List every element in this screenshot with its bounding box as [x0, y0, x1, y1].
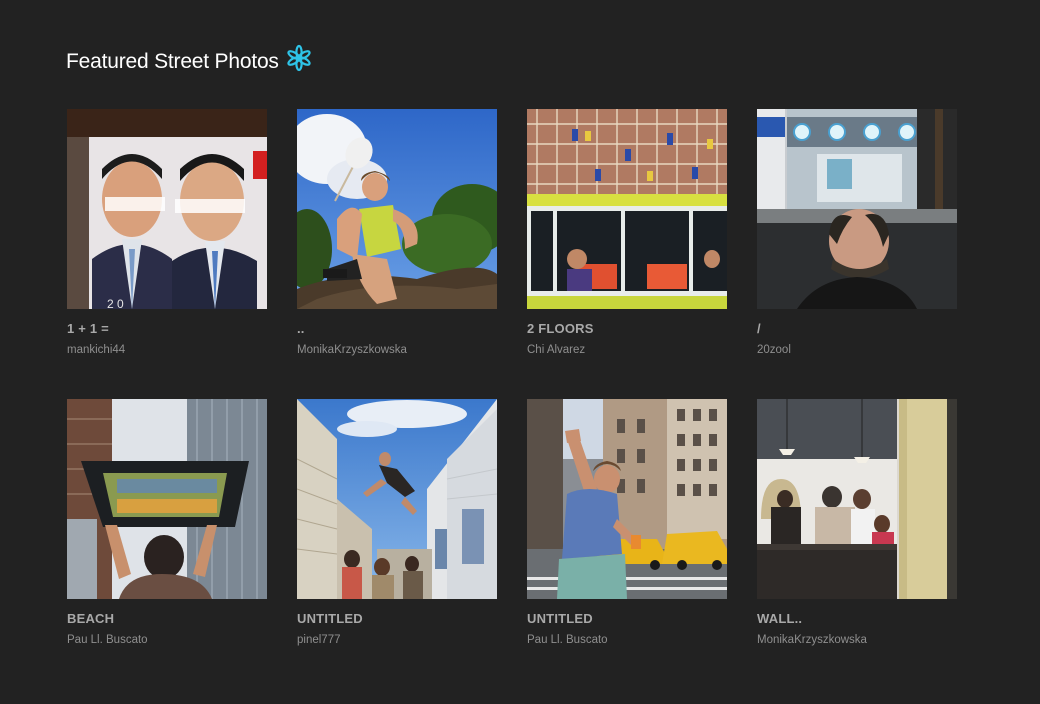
photo-author[interactable]: 20zool [757, 343, 957, 357]
photo-card[interactable]: BEACH Pau Ll. Buscato [67, 399, 267, 689]
photo-author[interactable]: MonikaKrzyszkowska [297, 343, 497, 357]
cafe-interior-photo[interactable] [757, 399, 957, 599]
page-title: Featured Street Photos [66, 50, 279, 73]
girl-on-rock-photo[interactable] [297, 109, 497, 309]
asterisk-flower-icon [285, 44, 313, 72]
photo-grid: 2 0 1 + 1 = mankichi44 .. MonikaKrzyszko… [67, 109, 957, 689]
photo-title[interactable]: WALL.. [757, 611, 957, 627]
svg-text:2 0: 2 0 [107, 297, 124, 309]
photo-author[interactable]: Pau Ll. Buscato [67, 633, 267, 647]
photo-title[interactable]: UNTITLED [527, 611, 727, 627]
man-stretching-taxi-photo[interactable] [527, 399, 727, 599]
photo-card[interactable]: 2 0 1 + 1 = mankichi44 [67, 109, 267, 399]
photo-card[interactable]: .. MonikaKrzyszkowska [297, 109, 497, 399]
poster-two-men-photo[interactable]: 2 0 [67, 109, 267, 309]
photo-card[interactable]: 2 FLOORS Chi Alvarez [527, 109, 727, 399]
photo-title[interactable]: 2 FLOORS [527, 321, 727, 337]
photo-title[interactable]: / [757, 321, 957, 337]
photo-author[interactable]: mankichi44 [67, 343, 267, 357]
balding-man-street-photo[interactable] [757, 109, 957, 309]
photo-author[interactable]: MonikaKrzyszkowska [757, 633, 957, 647]
photo-author[interactable]: Chi Alvarez [527, 343, 727, 357]
photo-title[interactable]: .. [297, 321, 497, 337]
man-holding-painting-photo[interactable] [67, 399, 267, 599]
page-header: Featured Street Photos [66, 42, 313, 82]
photo-title[interactable]: UNTITLED [297, 611, 497, 627]
photo-card[interactable]: WALL.. MonikaKrzyszkowska [757, 399, 957, 689]
photo-title[interactable]: BEACH [67, 611, 267, 627]
scaffolding-bus-photo[interactable] [527, 109, 727, 309]
photo-card[interactable]: UNTITLED pinel777 [297, 399, 497, 689]
photo-author[interactable]: pinel777 [297, 633, 497, 647]
photo-card[interactable]: / 20zool [757, 109, 957, 399]
jumping-person-alley-photo[interactable] [297, 399, 497, 599]
photo-title[interactable]: 1 + 1 = [67, 321, 267, 337]
photo-card[interactable]: UNTITLED Pau Ll. Buscato [527, 399, 727, 689]
photo-author[interactable]: Pau Ll. Buscato [527, 633, 727, 647]
